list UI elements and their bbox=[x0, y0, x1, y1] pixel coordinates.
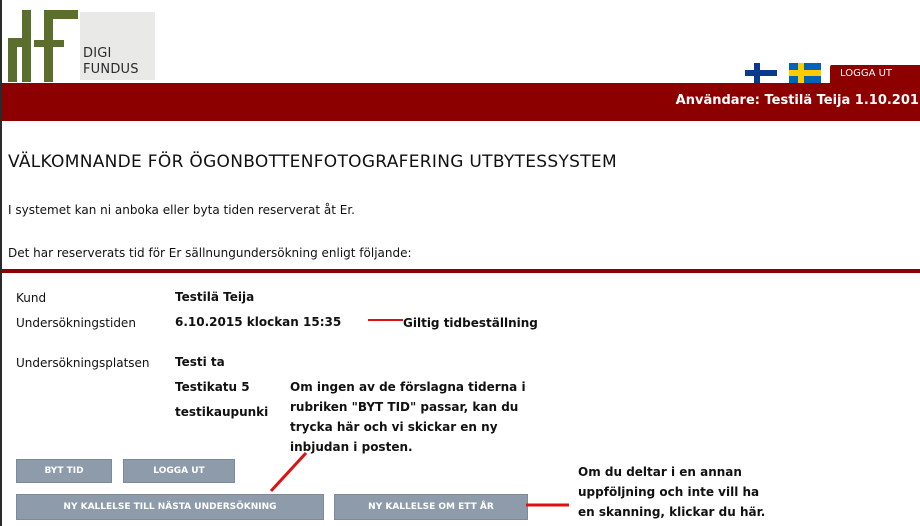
new-invite-next-exam-button[interactable]: NY KALLELSE TILL NÄSTA UNDERSÖKNING bbox=[16, 494, 324, 520]
change-time-button[interactable]: BYT TID bbox=[16, 459, 112, 483]
logo-df-mark bbox=[8, 10, 78, 82]
exam-time-value: 6.10.2015 klockan 15:35 bbox=[175, 315, 342, 329]
intro-text: I systemet kan ni anboka eller byta tide… bbox=[8, 203, 355, 217]
new-invite-note-line: inbjudan i posten. bbox=[290, 440, 413, 454]
reservation-text: Det har reserverats tid för Er sällnungu… bbox=[8, 246, 412, 260]
user-info: Användare: Testilä Teija 1.10.2015 bbox=[675, 93, 920, 108]
one-year-note-line: Om du deltar i en annan bbox=[578, 465, 742, 479]
exam-place-line-2: Testikatu 5 bbox=[175, 380, 250, 394]
one-year-note-line: en skanning, klickar du här. bbox=[578, 505, 766, 519]
section-divider bbox=[2, 269, 920, 273]
finnish-flag-icon[interactable] bbox=[745, 63, 777, 83]
swedish-flag-icon[interactable] bbox=[789, 63, 821, 83]
logo-text-fundus: FUNDUS bbox=[83, 62, 139, 77]
top-right-controls: LOGGA UT bbox=[745, 63, 920, 83]
customer-value: Testilä Teija bbox=[175, 290, 255, 304]
new-invite-one-year-button[interactable]: NY KALLELSE OM ETT ÅR bbox=[334, 494, 528, 520]
left-border bbox=[0, 0, 2, 526]
new-invite-note: Om ingen av de förslagna tiderna i rubri… bbox=[290, 377, 526, 457]
new-invite-pointer bbox=[269, 451, 308, 493]
one-year-note-line: uppföljning och inte vill ha bbox=[578, 485, 760, 499]
one-year-note: Om du deltar i en annan uppföljning och … bbox=[578, 462, 765, 522]
exam-time-label: Undersökningstiden bbox=[16, 316, 136, 330]
user-bar: Användare: Testilä Teija 1.10.2015 bbox=[2, 83, 920, 121]
new-invite-note-line: Om ingen av de förslagna tiderna i bbox=[290, 380, 526, 394]
logout-button[interactable]: LOGGA UT bbox=[123, 459, 235, 483]
new-invite-note-line: rubriken "BYT TID" passar, kan du bbox=[290, 400, 519, 414]
exam-place-line-3: testikaupunki bbox=[175, 405, 269, 419]
valid-booking-note: Giltig tidbeställning bbox=[403, 316, 538, 330]
digifundus-logo: DIGI FUNDUS bbox=[8, 10, 155, 82]
exam-place-label: Undersökningsplatsen bbox=[16, 356, 150, 370]
customer-label: Kund bbox=[16, 291, 47, 305]
new-invite-note-line: trycka här och vi skickar en ny bbox=[290, 420, 498, 434]
exam-place-line-1: Testi ta bbox=[175, 355, 225, 369]
logo-text-digi: DIGI bbox=[83, 46, 112, 61]
logout-top-button[interactable]: LOGGA UT bbox=[830, 65, 920, 83]
page-title: VÄLKOMNANDE FÖR ÖGONBOTTENFOTOGRAFERING … bbox=[8, 152, 617, 172]
